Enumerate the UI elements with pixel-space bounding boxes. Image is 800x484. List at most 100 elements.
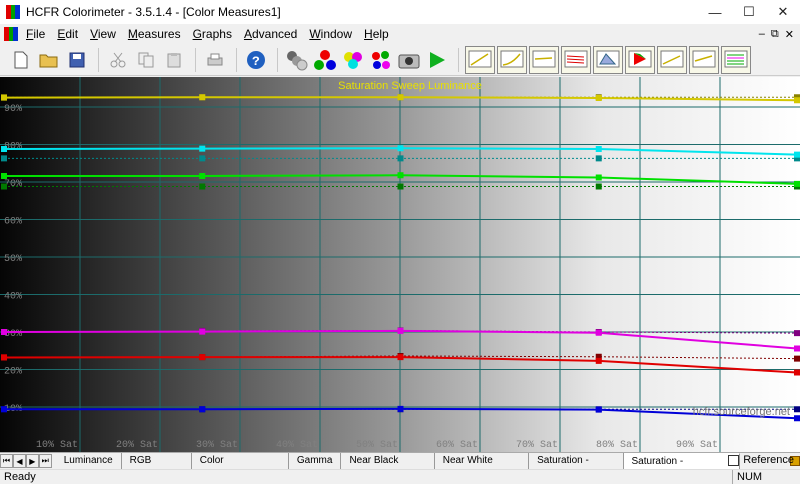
mdi-minimize-button[interactable]: – (759, 28, 765, 40)
camera-icon[interactable] (396, 47, 422, 73)
reference-point (794, 406, 800, 413)
save-icon[interactable] (64, 47, 90, 73)
series-point (397, 145, 404, 152)
gray-scale-icon[interactable] (284, 47, 310, 73)
status-num-lock: NUM (732, 470, 772, 484)
y-tick-label: 40% (4, 292, 22, 303)
color-temp-graph-icon[interactable] (561, 45, 591, 74)
x-tick-label: 80% Sat (596, 440, 638, 451)
chart-title: Saturation Sweep Luminance (338, 80, 482, 92)
tab-rgb-levels[interactable]: RGB Levels (122, 453, 192, 481)
menu-edit[interactable]: Edit (51, 27, 84, 41)
x-tick-label: 50% Sat (356, 440, 398, 451)
minimize-button[interactable]: — (698, 0, 732, 24)
tab-saturation-shifts[interactable]: Saturation - shifts (529, 453, 624, 481)
reference-label: Reference (743, 454, 794, 466)
status-ready: Ready (4, 470, 36, 483)
luminance-graph-icon[interactable] (465, 45, 495, 74)
series-point (595, 357, 602, 364)
document-icon[interactable] (4, 27, 19, 41)
cut-icon[interactable] (105, 47, 131, 73)
tab-gamma[interactable]: Gamma (289, 453, 342, 469)
window-title: HCFR Colorimeter - 3.5.1.4 - [Color Meas… (26, 5, 281, 19)
toolbar: ? (0, 44, 800, 76)
print-icon[interactable] (202, 47, 228, 73)
app-logo-icon (6, 5, 21, 19)
toolbar-separator (98, 47, 99, 72)
maximize-button[interactable]: ☐ (732, 0, 766, 24)
series-point (595, 174, 602, 181)
close-button[interactable]: ✕ (766, 0, 800, 24)
play-icon[interactable] (424, 47, 450, 73)
menu-advanced[interactable]: Advanced (238, 27, 303, 41)
mdi-restore-button[interactable]: ⧉ (771, 28, 779, 41)
saturation-luminance-chart: 10%20%30%40%50%60%70%80%90% 10% Sat 20% S… (0, 77, 800, 452)
series-point (1, 173, 7, 179)
reference-point (199, 155, 206, 162)
series-point (199, 173, 206, 179)
near-white-graph-icon[interactable] (657, 45, 687, 74)
sat-shift-graph-icon[interactable] (689, 45, 719, 74)
cie-graph-icon[interactable] (593, 45, 623, 74)
primaries-icon[interactable] (312, 47, 338, 73)
help-icon[interactable]: ? (243, 47, 269, 73)
tab-last-button[interactable]: ⏭ (38, 454, 52, 468)
reference-point (794, 330, 800, 337)
reference-point (199, 183, 206, 190)
mdi-close-button[interactable]: ✕ (785, 28, 794, 41)
window-controls: — ☐ ✕ (698, 0, 800, 24)
menu-view[interactable]: View (84, 27, 122, 41)
tab-luminance[interactable]: Luminance (56, 453, 122, 469)
title-bar: HCFR Colorimeter - 3.5.1.4 - [Color Meas… (0, 0, 800, 24)
series-point (794, 345, 800, 352)
x-tick-label: 30% Sat (196, 440, 238, 451)
y-tick-label: 20% (4, 367, 22, 378)
tab-first-button[interactable]: ⏮ (0, 454, 13, 468)
sat-lum-graph-icon[interactable] (721, 45, 751, 74)
y-tick-label: 60% (4, 217, 22, 228)
menu-measures[interactable]: Measures (122, 27, 187, 41)
toolbar-separator (195, 47, 196, 72)
reference-point (1, 183, 7, 190)
tab-near-black-scale[interactable]: Near Black Scale (341, 453, 435, 481)
svg-text:?: ? (252, 54, 260, 69)
copy-icon[interactable] (133, 47, 159, 73)
tab-saturation-luminance[interactable]: Saturation - luminance (623, 453, 741, 482)
chart-area: 10% 20% 30% 40% 50% 60% 70% 80% 90% 10% Sat 20% S… (0, 77, 800, 452)
reference-point (794, 355, 800, 362)
tab-next-button[interactable]: ▶ (25, 454, 39, 468)
toolbar-separator (458, 47, 459, 72)
tab-prev-button[interactable]: ◀ (12, 454, 26, 468)
menu-window[interactable]: Window (303, 27, 358, 41)
menu-help[interactable]: Help (358, 27, 395, 41)
y-tick-label: 90% (4, 104, 22, 115)
menu-file[interactable]: File (20, 27, 51, 41)
chart-watermark: hcfr.sourceforge.net (693, 406, 790, 418)
saturation-icon[interactable] (368, 47, 394, 73)
series-point (397, 94, 404, 101)
x-tick-label: 90% Sat (676, 440, 718, 451)
new-icon[interactable] (8, 47, 34, 73)
paste-icon[interactable] (161, 47, 187, 73)
status-bar: Ready NUM (0, 469, 800, 484)
rgb-graph-icon[interactable] (529, 45, 559, 74)
reference-point (397, 155, 404, 162)
reference-point (595, 155, 602, 162)
gamma-graph-icon[interactable] (497, 45, 527, 74)
y-tick-label: 50% (4, 254, 22, 265)
reference-toggle[interactable]: Reference (728, 454, 794, 466)
reference-checkbox[interactable] (728, 454, 740, 466)
open-icon[interactable] (36, 47, 62, 73)
series-point (794, 415, 800, 422)
tab-near-white-scale[interactable]: Near White Scale (435, 453, 530, 481)
x-tick-labels: 10% Sat 20% Sat 30% Sat 40% Sat 50% Sat 60% S… (36, 440, 718, 451)
series-point (1, 146, 7, 152)
series-point (595, 329, 602, 336)
near-black-graph-icon[interactable] (625, 45, 655, 74)
secondaries-icon[interactable] (340, 47, 366, 73)
series-point (794, 97, 800, 104)
tab-color-temperature[interactable]: Color temperature (192, 453, 289, 481)
menu-graphs[interactable]: Graphs (187, 27, 238, 41)
series-point (1, 329, 7, 335)
toolbar-separator (277, 47, 278, 72)
